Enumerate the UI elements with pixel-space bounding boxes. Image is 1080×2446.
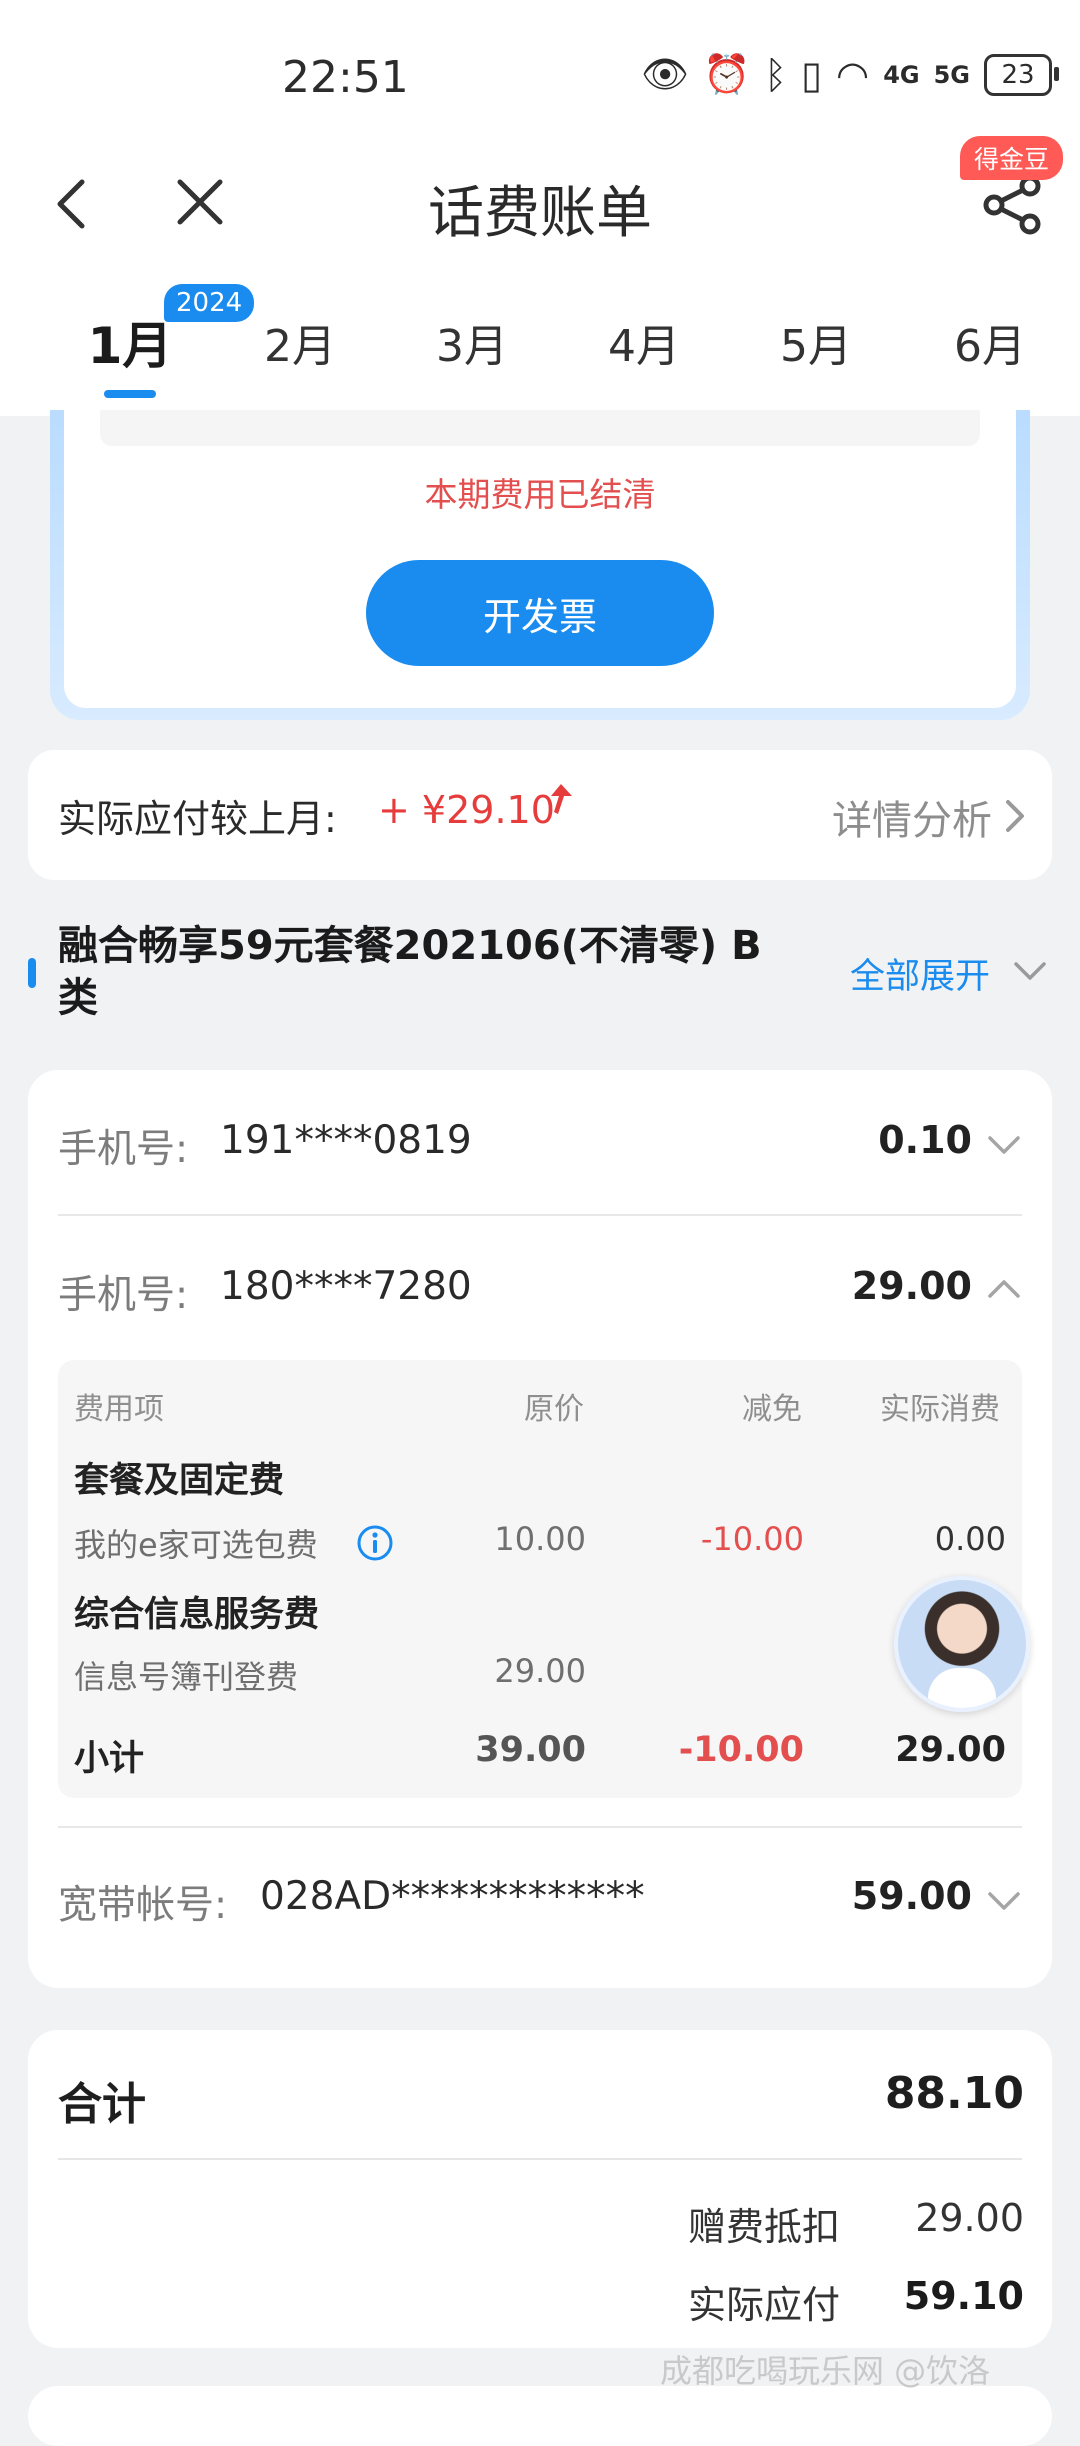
bluetooth-icon: ᛒ: [764, 52, 788, 97]
gift-deduction-value: 29.00: [915, 2196, 1024, 2240]
share-icon[interactable]: [980, 172, 1046, 238]
gift-deduction-label: 赠费抵扣: [688, 2205, 841, 2249]
tab-month-3[interactable]: 3月: [412, 310, 532, 374]
total-value: 88.10: [884, 2068, 1024, 2119]
expand-all-button[interactable]: 全部展开: [850, 948, 990, 999]
line-label: 宽带帐号:: [58, 1883, 228, 1928]
chevron-right-icon: [1006, 800, 1024, 832]
tab-month-5[interactable]: 5月: [756, 310, 876, 374]
signal-5g-icon: 5G: [933, 60, 970, 89]
detail-analysis-link[interactable]: 详情分析: [832, 788, 992, 846]
subtotal-original: 39.00: [475, 1730, 586, 1770]
settled-status-text: 本期费用已结清: [424, 475, 656, 514]
header-discount: 减免: [742, 1392, 802, 1427]
line-number: 028AD*************: [260, 1874, 645, 1919]
compare-value: + ¥29.10: [378, 788, 555, 832]
line-amount[interactable]: 29.00: [852, 1264, 972, 1308]
fee-item-name: 我的e家可选包费: [74, 1526, 318, 1564]
wifi-icon: ◠: [836, 52, 870, 97]
tab-month-6[interactable]: 6月: [930, 310, 1050, 374]
payable-label: 实际应付: [688, 2283, 841, 2327]
status-icons: 👁 ⏰ ᛒ ▯ ◠ 4G 5G 23: [640, 52, 1059, 97]
assistant-avatar[interactable]: [894, 1576, 1030, 1712]
line-amount[interactable]: 59.00: [852, 1874, 972, 1918]
vibrate-icon: ▯: [801, 52, 823, 97]
chevron-down-icon[interactable]: [986, 1134, 1022, 1156]
page-title: 话费账单: [428, 181, 652, 246]
tab-active-indicator: [104, 390, 156, 398]
fee-actual: 0.00: [934, 1520, 1006, 1558]
header-fee-item: 费用项: [74, 1392, 164, 1427]
chevron-up-icon[interactable]: [986, 1278, 1022, 1300]
plan-title: 融合畅享59元套餐202106(不清零) B类: [58, 923, 762, 1021]
line-number: 191****0819: [220, 1118, 472, 1163]
header: 话费账单 得金豆: [0, 136, 1080, 268]
status-bar: 22:51 👁 ⏰ ᛒ ▯ ◠ 4G 5G 23: [0, 0, 1080, 150]
bonus-badge[interactable]: 得金豆: [960, 136, 1064, 180]
fee-group-title: 套餐及固定费: [74, 1461, 285, 1501]
info-icon[interactable]: [356, 1524, 394, 1562]
line-amount[interactable]: 0.10: [878, 1118, 972, 1162]
fee-original: 10.00: [494, 1520, 586, 1558]
payable-value: 59.10: [903, 2274, 1024, 2318]
line-label: 手机号:: [58, 1127, 189, 1172]
up-arrow-icon: [551, 784, 572, 814]
tab-month-2[interactable]: 2月: [240, 310, 360, 374]
battery-icon: 23: [984, 53, 1059, 96]
month-tabs: 1月 2月 3月 4月 5月 6月 2024: [0, 268, 1080, 416]
fee-original: 29.00: [494, 1652, 586, 1690]
watermark: 成都吃喝玩乐网 @饮洛: [660, 2352, 991, 2390]
invoice-summary-strip: [100, 410, 980, 446]
compare-card[interactable]: 实际应付较上月: + ¥29.10 详情分析: [28, 750, 1052, 880]
plan-marker: [28, 958, 36, 988]
header-original-price: 原价: [524, 1392, 584, 1427]
alarm-icon: ⏰: [702, 52, 751, 96]
issue-invoice-button[interactable]: 开发票: [366, 560, 714, 666]
assistant-avatar-body: [928, 1668, 996, 1708]
next-card: [28, 2386, 1052, 2446]
eye-icon: 👁: [640, 52, 689, 96]
total-label: 合计: [58, 2079, 146, 2130]
total-card: 合计 88.10 赠费抵扣 29.00 实际应付 59.10: [28, 2030, 1052, 2348]
subtotal-discount: -10.00: [678, 1730, 804, 1770]
signal-4g-icon: 4G: [883, 60, 920, 89]
status-time: 22:51: [282, 52, 409, 103]
subtotal-label: 小计: [74, 1739, 145, 1779]
header-actual: 实际消费: [880, 1392, 1000, 1427]
chevron-down-icon[interactable]: [1012, 960, 1048, 982]
chevron-down-icon[interactable]: [986, 1890, 1022, 1912]
fee-discount: -10.00: [700, 1520, 804, 1558]
subtotal-actual: 29.00: [895, 1730, 1006, 1770]
fee-detail-table: 费用项 原价 减免 实际消费 套餐及固定费 我的e家可选包费 10.00 -10…: [58, 1360, 1022, 1798]
year-badge: 2024: [164, 284, 255, 322]
compare-label: 实际应付较上月:: [58, 797, 337, 841]
divider: [58, 2158, 1022, 2160]
fee-group-title: 综合信息服务费: [74, 1595, 320, 1635]
divider: [58, 1214, 1022, 1216]
line-label: 手机号:: [58, 1273, 189, 1318]
fee-item-name: 信息号簿刊登费: [74, 1658, 299, 1696]
line-number: 180****7280: [220, 1264, 472, 1309]
divider: [58, 1826, 1022, 1828]
tab-month-4[interactable]: 4月: [584, 310, 704, 374]
